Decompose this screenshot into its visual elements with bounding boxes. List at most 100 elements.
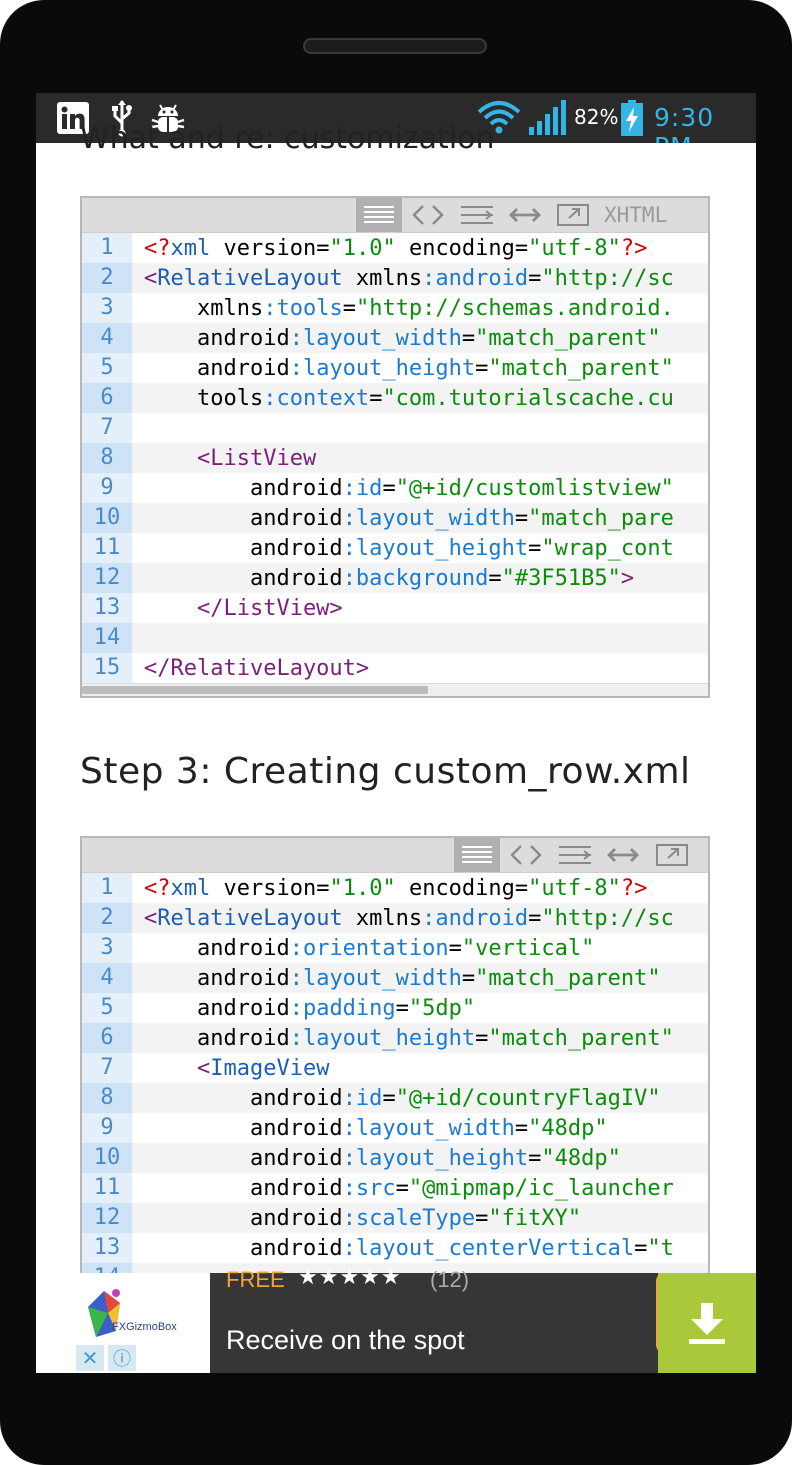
wrap-icon xyxy=(461,206,493,224)
code-line: 5 android:layout_height="match_parent" xyxy=(82,353,708,383)
code-token: "1.0" xyxy=(329,875,396,901)
toggle-code-button[interactable] xyxy=(506,838,546,872)
code-line: 11 android:layout_height="wrap_cont xyxy=(82,533,708,563)
expand-button[interactable] xyxy=(602,838,644,872)
code-token: xml xyxy=(170,875,211,901)
screen: 82% 9:30 PM What and re: customization xyxy=(36,93,756,1373)
code-text: <RelativeLayout xmlns:android="http://sc xyxy=(132,906,674,931)
code-token: "@mipmap/ic_launcher xyxy=(408,1175,674,1201)
code-token: android xyxy=(144,995,290,1021)
code-line: 15 </RelativeLayout> xyxy=(82,653,708,683)
battery-percent: 82% xyxy=(574,105,619,129)
code-token: :layout_height xyxy=(342,535,529,561)
code-token: "utf-8" xyxy=(528,235,621,261)
article-content: What and re: customization XHTML 1 <?xml… xyxy=(36,121,756,1373)
cut-off-heading: What and re: customization xyxy=(80,121,495,156)
line-number: 13 xyxy=(82,593,132,623)
code-text: android:id="@+id/countryFlagIV" xyxy=(132,1086,661,1111)
code-token: ImageView xyxy=(210,1055,330,1081)
code-token: "48dp" xyxy=(541,1145,621,1171)
line-number: 11 xyxy=(82,1173,132,1203)
code-token: xmlns xyxy=(342,265,423,291)
wrap-lines-button[interactable] xyxy=(554,838,596,872)
code-token: = xyxy=(528,1145,542,1171)
line-number: 6 xyxy=(82,1023,132,1053)
code-token: "com.tutorialscache.cu xyxy=(382,385,674,411)
line-number: 12 xyxy=(82,563,132,593)
code-token: android xyxy=(144,1175,343,1201)
code-token: xmlns xyxy=(342,905,423,931)
code-token: "48dp" xyxy=(528,1115,608,1141)
code-token: = xyxy=(448,935,462,961)
expand-button[interactable] xyxy=(504,198,546,232)
ad-title[interactable]: Receive on the spot xyxy=(226,1325,465,1356)
line-number: 7 xyxy=(82,413,132,443)
lines-icon xyxy=(364,206,394,223)
code-token: android xyxy=(144,1235,343,1261)
code-line: 6 tools:context="com.tutorialscache.cu xyxy=(82,383,708,413)
code-token: = xyxy=(634,1235,648,1261)
code-token: "http://sc xyxy=(541,905,674,931)
code-token: = xyxy=(342,295,356,321)
horizontal-scrollbar[interactable] xyxy=(82,683,708,696)
code-line: 12 android:background="#3F51B5"> xyxy=(82,563,708,593)
code-token: </RelativeLayout> xyxy=(144,655,370,681)
code-line: 8 android:id="@+id/countryFlagIV" xyxy=(82,1083,708,1113)
code-token: :orientation xyxy=(289,935,449,961)
line-number: 8 xyxy=(82,1083,132,1113)
step-heading: Step 3: Creating custom_row.xml xyxy=(80,751,691,792)
lines-icon xyxy=(462,846,492,863)
code-text: <ImageView xyxy=(132,1056,329,1081)
toggle-code-button[interactable] xyxy=(408,198,448,232)
code-token: :layout_height xyxy=(342,1145,529,1171)
ad-thumbnail[interactable]: FXGizmoBox ✕ ⓘ xyxy=(76,1273,210,1373)
code-token: "match_parent" xyxy=(475,965,661,991)
ad-banner[interactable]: FXGizmoBox ✕ ⓘ FREE ★★★★★ (12) Receive o… xyxy=(76,1265,756,1373)
code-text: <?xml version="1.0" encoding="utf-8"?> xyxy=(132,236,647,261)
code-token: "vertical" xyxy=(461,935,595,961)
ad-close-button[interactable]: ✕ xyxy=(76,1345,104,1371)
battery-charging-icon xyxy=(621,100,643,136)
code-token: :layout_width xyxy=(342,1115,515,1141)
code-token: = xyxy=(528,905,542,931)
scroll-thumb[interactable] xyxy=(82,686,428,694)
code-token: = xyxy=(528,535,542,561)
code-token: :layout_height xyxy=(289,1025,476,1051)
code-token: encoding xyxy=(395,235,515,261)
phone-frame: 82% 9:30 PM What and re: customization xyxy=(0,0,792,1465)
open-popup-button[interactable] xyxy=(552,198,594,232)
code-line: 2 <RelativeLayout xmlns:android="http://s… xyxy=(82,263,708,293)
code-text: <?xml version="1.0" encoding="utf-8"?> xyxy=(132,876,647,901)
line-number: 9 xyxy=(82,473,132,503)
code-token: android xyxy=(144,1115,343,1141)
line-number: 1 xyxy=(82,873,132,903)
code-token: :layout_width xyxy=(289,965,462,991)
code-text: android:id="@+id/customlistview" xyxy=(132,476,674,501)
view-source-button[interactable] xyxy=(454,838,500,872)
code-token: xml xyxy=(170,235,211,261)
wrap-lines-button[interactable] xyxy=(456,198,498,232)
code-token: android xyxy=(144,355,290,381)
code-line: 12 android:scaleType="fitXY" xyxy=(82,1203,708,1233)
ad-info-button[interactable]: ⓘ xyxy=(108,1345,136,1371)
ad-rating-count: (12) xyxy=(430,1267,470,1292)
ad-free-label: FREE xyxy=(226,1267,285,1292)
line-number: 13 xyxy=(82,1233,132,1263)
code-lines: 1 <?xml version="1.0" encoding="utf-8"?> 2… xyxy=(82,873,708,1293)
code-token: = xyxy=(528,265,542,291)
view-source-button[interactable] xyxy=(356,198,402,232)
code-line: 13 android:layout_centerVertical="t xyxy=(82,1233,708,1263)
code-line: 14 xyxy=(82,623,708,653)
code-token: = xyxy=(514,1115,529,1141)
ad-download-button[interactable] xyxy=(658,1273,756,1373)
code-text: xmlns:tools="http://schemas.android. xyxy=(132,296,674,321)
line-number: 14 xyxy=(82,623,132,653)
open-popup-button[interactable] xyxy=(652,838,692,872)
code-token: = xyxy=(475,355,489,381)
line-number: 2 xyxy=(82,903,132,933)
code-line: 13 </ListView> xyxy=(82,593,708,623)
code-text: android:layout_width="48dp" xyxy=(132,1116,608,1141)
code-token: android xyxy=(144,325,290,351)
line-number: 9 xyxy=(82,1113,132,1143)
code-token: "t xyxy=(647,1235,674,1261)
